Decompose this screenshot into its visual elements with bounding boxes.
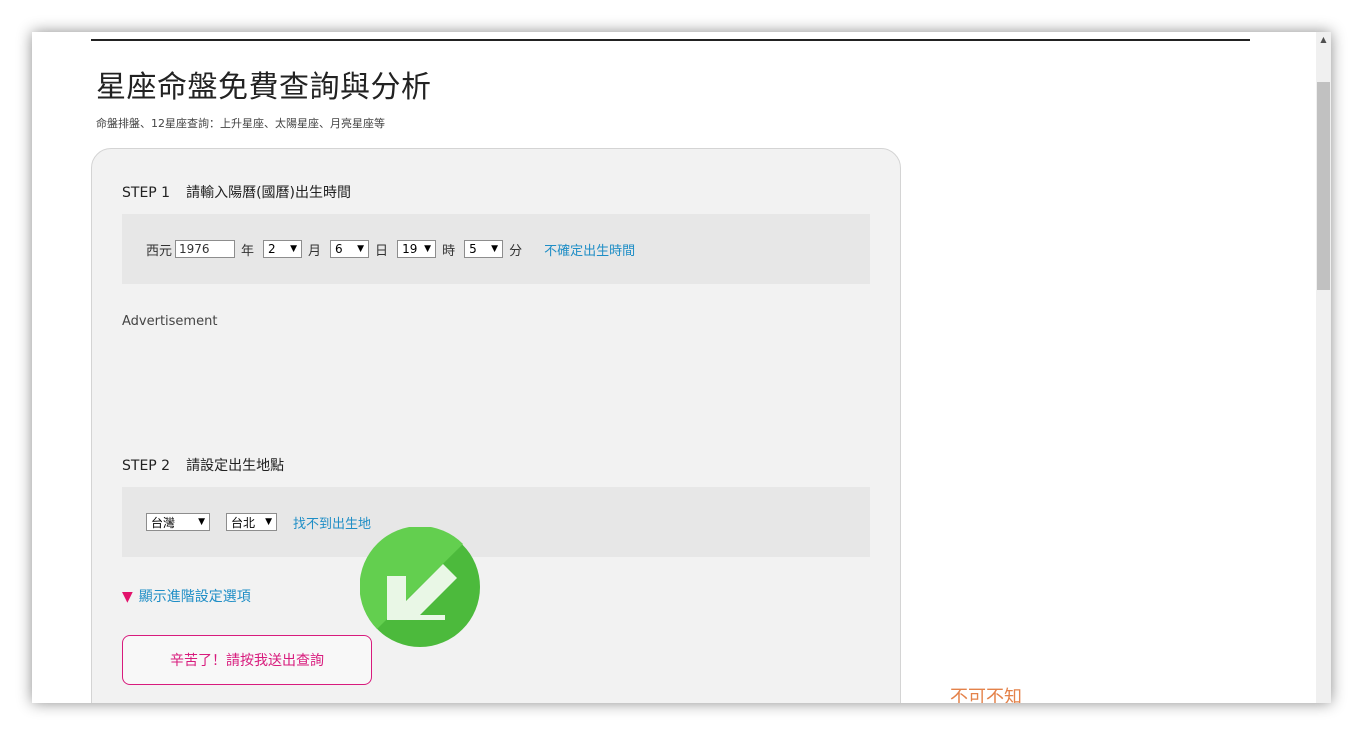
dropdown-arrow-icon: ▼ <box>265 517 272 527</box>
step1-heading: STEP 1 請輸入陽曆(國曆)出生時間 <box>122 182 351 202</box>
dropdown-arrow-icon: ▼ <box>198 517 205 527</box>
birth-hour-value: 19 <box>402 242 418 256</box>
dropdown-arrow-icon: ▼ <box>491 244 499 254</box>
year-unit-label: 年 <box>241 243 255 259</box>
hour-unit-label: 時 <box>442 243 456 259</box>
step1-number: STEP 1 <box>122 185 171 201</box>
advanced-options-label: 顯示進階設定選項 <box>138 589 251 605</box>
scroll-up-arrow-icon[interactable]: ▲ <box>1316 34 1331 46</box>
era-label: 西元 <box>146 243 173 259</box>
top-divider <box>91 39 1250 41</box>
minute-unit-label: 分 <box>509 243 523 259</box>
submit-query-button[interactable]: 辛苦了！請按我送出查詢 <box>122 635 372 685</box>
advanced-options-toggle[interactable]: ▼ 顯示進階設定選項 <box>122 586 251 606</box>
vertical-scrollbar[interactable]: ▲ <box>1316 32 1331 703</box>
month-unit-label: 月 <box>308 243 322 259</box>
birth-month-select[interactable]: 2 ▼ <box>263 240 303 258</box>
advertisement-label: Advertisement <box>122 314 218 329</box>
birth-month-value: 2 <box>268 242 276 256</box>
birth-hour-select[interactable]: 19 ▼ <box>397 240 437 258</box>
dropdown-arrow-icon: ▼ <box>424 244 432 254</box>
step1-title: 請輸入陽曆(國曆)出生時間 <box>186 185 352 201</box>
day-unit-label: 日 <box>375 243 389 259</box>
birth-time-panel: 西元 1976 年 2 ▼ 月 6 ▼ 日 19 ▼ 時 5 ▼ 分 不確定出生時間 <box>122 214 870 284</box>
birth-city-value: 台北 <box>231 515 256 530</box>
birth-city-select[interactable]: 台北 ▼ <box>226 513 277 531</box>
step2-number: STEP 2 <box>122 458 171 474</box>
browser-page: 星座命盤免費查詢與分析 命盤排盤、12星座查詢：上升星座、太陽星座、月亮星座等 … <box>32 32 1331 703</box>
toggle-triangle-icon: ▼ <box>122 589 133 605</box>
birth-place-panel: 台灣 ▼ 台北 ▼ 找不到出生地 <box>122 487 870 557</box>
birth-minute-select[interactable]: 5 ▼ <box>464 240 504 258</box>
submit-query-label: 辛苦了！請按我送出查詢 <box>170 653 324 669</box>
birth-minute-value: 5 <box>469 242 477 256</box>
birth-country-select[interactable]: 台灣 ▼ <box>146 513 210 531</box>
birth-day-value: 6 <box>335 242 343 256</box>
dropdown-arrow-icon: ▼ <box>357 244 365 254</box>
page-title: 星座命盤免費查詢與分析 <box>96 70 432 105</box>
birth-chart-form: STEP 1 請輸入陽曆(國曆)出生時間 西元 1976 年 2 ▼ 月 6 ▼ 日 … <box>91 148 901 703</box>
birth-year-input[interactable]: 1976 <box>175 240 236 258</box>
scrollbar-thumb[interactable] <box>1317 82 1330 290</box>
side-article-link[interactable]: 不可不知 <box>950 683 1022 703</box>
unsure-birth-time-link[interactable]: 不確定出生時間 <box>544 240 635 259</box>
step2-heading: STEP 2 請設定出生地點 <box>122 455 284 475</box>
birth-country-value: 台灣 <box>151 515 176 530</box>
page-subtitle: 命盤排盤、12星座查詢：上升星座、太陽星座、月亮星座等 <box>96 117 385 130</box>
dropdown-arrow-icon: ▼ <box>290 244 298 254</box>
arrow-down-left-icon <box>360 527 480 647</box>
step2-title: 請設定出生地點 <box>186 458 285 474</box>
birth-day-select[interactable]: 6 ▼ <box>330 240 370 258</box>
